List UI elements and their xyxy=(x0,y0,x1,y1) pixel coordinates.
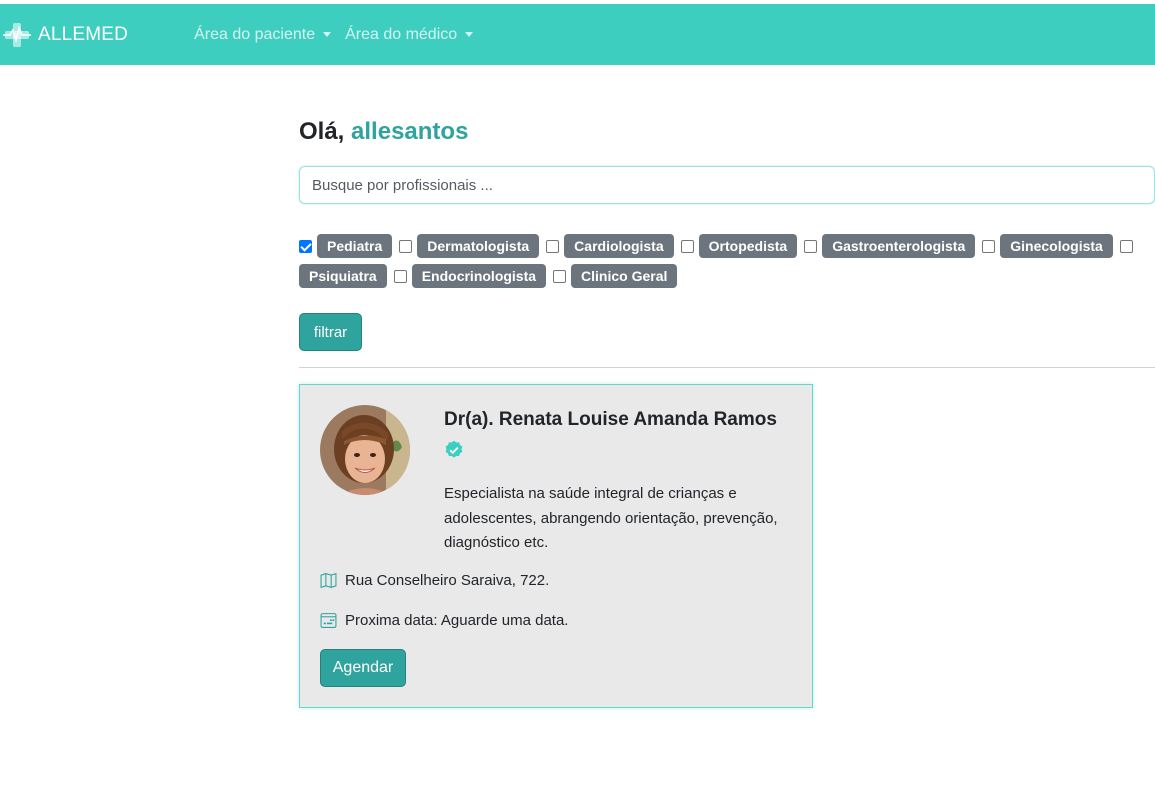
doctor-name: Dr(a). Renata Louise Amanda Ramos xyxy=(444,409,777,430)
filter-badge: Ortopedista xyxy=(698,234,798,258)
next-date-text: Proxima data: Aguarde uma data. xyxy=(345,612,569,629)
filter-row: Psiquiatra Endocrinologista Clinico Gera… xyxy=(299,263,1155,289)
filter-psiquiatra-checkbox[interactable] xyxy=(1119,239,1138,253)
filter-psiquiatra[interactable]: Psiquiatra xyxy=(299,264,387,288)
greeting-prefix: Olá, xyxy=(299,118,345,145)
filter-button[interactable]: filtrar xyxy=(299,313,362,351)
doctor-address: Rua Conselheiro Saraiva, 722. xyxy=(320,572,549,589)
filter-clinico-geral[interactable]: Clinico Geral xyxy=(553,264,678,288)
doctor-description: Especialista na saúde integral de crianç… xyxy=(444,485,778,551)
doctor-avatar xyxy=(320,405,410,495)
checkbox[interactable] xyxy=(804,239,818,253)
filter-badge: Ginecologista xyxy=(1000,234,1113,258)
avatar-image xyxy=(320,405,410,495)
filter-badge: Cardiologista xyxy=(564,234,674,258)
checkbox[interactable] xyxy=(982,239,996,253)
filter-badge: Gastroenterologista xyxy=(822,234,976,258)
filter-ginecologista[interactable]: Ginecologista xyxy=(982,234,1113,258)
checkbox[interactable] xyxy=(393,269,407,283)
schedule-button[interactable]: Agendar xyxy=(320,649,406,687)
checkbox[interactable] xyxy=(546,239,560,253)
checkbox[interactable] xyxy=(553,269,567,283)
address-text: Rua Conselheiro Saraiva, 722. xyxy=(345,572,550,589)
filter-gastroenterologista[interactable]: Gastroenterologista xyxy=(804,234,976,258)
filter-cardiologista[interactable]: Cardiologista xyxy=(546,234,674,258)
specialty-filters: Pediatra Dermatologista Cardiologista Or… xyxy=(299,233,1155,293)
caret-down-icon xyxy=(323,32,332,37)
filter-pediatra[interactable]: Pediatra xyxy=(299,234,393,258)
doctor-card: Dr(a). Renata Louise Amanda Ramos Especi… xyxy=(299,384,813,708)
nav-dropdown-patient-area[interactable]: Área do paciente xyxy=(194,25,332,44)
filter-badge: Endocrinologista xyxy=(411,264,547,288)
greeting-username: allesantos xyxy=(351,118,469,145)
map-icon xyxy=(320,572,337,589)
search-input[interactable] xyxy=(299,166,1155,204)
page-greeting: Olá, allesantos xyxy=(299,118,468,146)
checkbox[interactable] xyxy=(1119,239,1133,253)
nav-dropdown-label: Área do paciente xyxy=(194,25,316,43)
filter-badge: Clinico Geral xyxy=(571,264,678,288)
medical-cross-logo-icon xyxy=(3,22,31,47)
verified-check-icon xyxy=(445,440,463,458)
filter-row: Pediatra Dermatologista Cardiologista Or… xyxy=(299,233,1155,259)
filter-ortopedista[interactable]: Ortopedista xyxy=(680,234,798,258)
brand[interactable]: ALLEMED xyxy=(2,20,128,50)
doctor-next-date: Proxima data: Aguarde uma data. xyxy=(320,612,568,629)
divider xyxy=(299,367,1155,368)
nav-dropdown-doctor-area[interactable]: Área do médico xyxy=(345,25,474,44)
checkbox[interactable] xyxy=(399,239,413,253)
checkbox[interactable] xyxy=(299,239,312,253)
filter-endocrinologista[interactable]: Endocrinologista xyxy=(393,264,547,288)
calendar-icon xyxy=(320,613,337,628)
filter-badge: Dermatologista xyxy=(417,234,540,258)
caret-down-icon xyxy=(465,32,474,37)
checkbox[interactable] xyxy=(680,239,694,253)
brand-name: ALLEMED xyxy=(38,23,129,45)
filter-badge: Psiquiatra xyxy=(299,264,387,288)
nav-dropdown-label: Área do médico xyxy=(345,25,458,43)
filter-dermatologista[interactable]: Dermatologista xyxy=(399,234,540,258)
filter-badge: Pediatra xyxy=(317,234,393,258)
top-navbar: ALLEMED Área do paciente Área do médico xyxy=(0,4,1155,65)
